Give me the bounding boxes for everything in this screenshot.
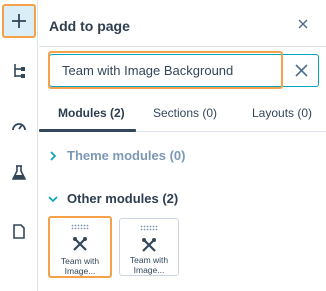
flask-icon	[12, 165, 26, 180]
layers-button[interactable]	[0, 52, 38, 90]
test-button[interactable]	[0, 154, 38, 192]
clear-search-icon[interactable]	[295, 64, 308, 77]
add-button[interactable]	[2, 4, 36, 38]
tab-sections[interactable]: Sections (0)	[153, 106, 217, 120]
drag-handle-icon[interactable]	[140, 225, 158, 231]
add-to-page-panel: Add to page Modules (2) Sections (0) Lay…	[39, 0, 326, 291]
left-rail	[0, 0, 38, 291]
tab-bar: Modules (2) Sections (0) Layouts (0)	[39, 100, 326, 132]
panel-header: Add to page	[39, 0, 326, 46]
plus-icon	[12, 14, 26, 28]
active-tab-indicator	[39, 129, 136, 132]
tree-icon	[14, 64, 25, 78]
tab-modules[interactable]: Modules (2)	[58, 106, 125, 120]
other-modules-toggle[interactable]: Other modules (2)	[67, 191, 178, 206]
search-highlight	[48, 51, 283, 89]
gauge-icon	[12, 123, 26, 131]
tools-icon	[142, 238, 156, 252]
module-card[interactable]: Team with Image...	[48, 216, 112, 278]
theme-modules-toggle[interactable]: Theme modules (0)	[67, 148, 185, 163]
tab-layouts[interactable]: Layouts (0)	[252, 106, 312, 120]
page-settings-button[interactable]	[0, 212, 38, 250]
panel-title: Add to page	[49, 18, 130, 34]
tools-icon	[73, 237, 87, 251]
module-card-label: Team with Image...	[60, 256, 100, 276]
chevron-right-icon[interactable]	[49, 151, 57, 161]
close-icon[interactable]	[296, 17, 310, 31]
module-card-label: Team with Image...	[129, 255, 169, 275]
optimize-button[interactable]	[0, 107, 38, 145]
drag-handle-icon[interactable]	[71, 224, 89, 230]
page-icon	[13, 223, 25, 239]
chevron-down-icon[interactable]	[48, 195, 58, 203]
module-card[interactable]: Team with Image...	[119, 218, 179, 276]
header-divider	[39, 46, 326, 47]
